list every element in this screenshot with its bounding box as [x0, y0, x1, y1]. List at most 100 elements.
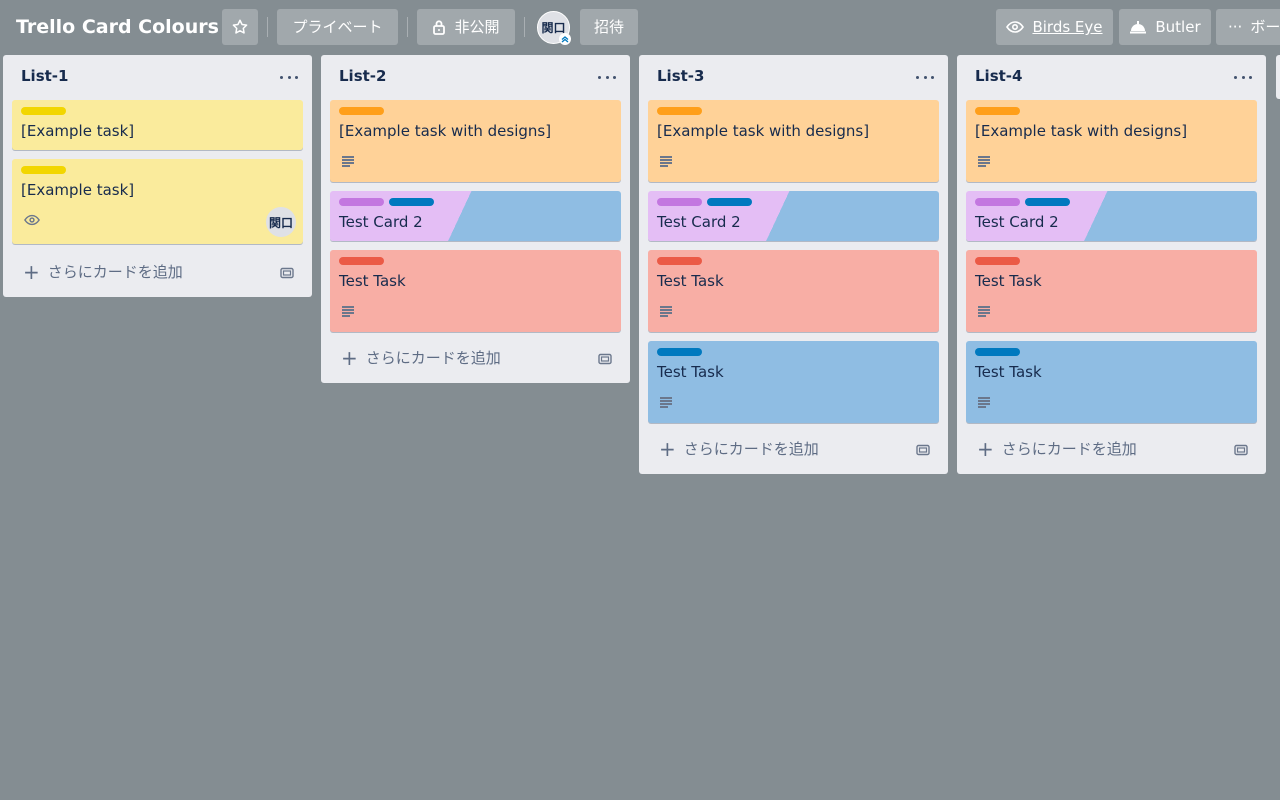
- card-title: Test Task: [975, 272, 1042, 290]
- butler-label: Butler: [1155, 18, 1201, 36]
- card[interactable]: Test Task: [966, 250, 1257, 332]
- card-labels: [657, 348, 702, 356]
- card-title: Test Task: [975, 363, 1042, 381]
- label-purple: [339, 198, 384, 206]
- list-header: List-3: [639, 55, 948, 99]
- list-menu-icon[interactable]: [1234, 67, 1252, 87]
- list-1: List-1 [Example task] [Example task] 関口 …: [3, 55, 312, 297]
- card[interactable]: Test Task: [966, 341, 1257, 423]
- description-icon: [660, 397, 674, 409]
- admin-badge-icon: [559, 33, 571, 45]
- eye-icon: [1006, 21, 1025, 33]
- board-menu-button[interactable]: ··· ボー: [1216, 9, 1280, 45]
- label-red: [657, 257, 702, 265]
- list-menu-icon[interactable]: [916, 67, 934, 87]
- card[interactable]: Test Task: [330, 250, 621, 332]
- plus-icon: +: [341, 345, 358, 370]
- butler-bell-icon: [1129, 20, 1147, 34]
- label-yellow: [21, 166, 66, 174]
- card[interactable]: Test Task: [648, 341, 939, 423]
- label-blue: [707, 198, 752, 206]
- card-title: Test Task: [657, 363, 724, 381]
- card-labels: [21, 107, 66, 115]
- privacy-button[interactable]: 非公開: [417, 9, 515, 45]
- description-icon: [660, 156, 674, 168]
- label-orange: [975, 107, 1020, 115]
- card-title: Test Task: [339, 272, 406, 290]
- card[interactable]: Test Task: [648, 250, 939, 332]
- card-labels: [975, 348, 1020, 356]
- card-template-icon[interactable]: [1234, 442, 1248, 456]
- visibility-label: プライベート: [292, 18, 383, 36]
- card-title: Test Card 2: [975, 213, 1059, 231]
- birds-eye-button[interactable]: Birds Eye: [996, 9, 1113, 45]
- card-template-icon[interactable]: [598, 351, 612, 365]
- label-blue: [975, 348, 1020, 356]
- visibility-button[interactable]: プライベート: [277, 9, 398, 45]
- description-icon: [342, 156, 356, 168]
- header-divider: [407, 17, 408, 37]
- add-card-button[interactable]: + さらにカードを追加: [341, 347, 501, 368]
- invite-label: 招待: [593, 18, 624, 36]
- card[interactable]: [Example task with designs]: [966, 100, 1257, 182]
- add-card-button[interactable]: + さらにカードを追加: [659, 438, 819, 459]
- description-icon: [978, 397, 992, 409]
- card-member-avatar[interactable]: 関口: [266, 207, 296, 237]
- list-menu-icon[interactable]: [598, 67, 616, 87]
- list-4: List-4 [Example task with designs] Test …: [957, 55, 1266, 474]
- card[interactable]: [Example task] 関口: [12, 159, 303, 244]
- card-title: [Example task]: [21, 181, 135, 199]
- star-icon: [231, 18, 249, 36]
- list-2: List-2 [Example task with designs] Test …: [321, 55, 630, 383]
- card-title: [Example task with designs]: [975, 122, 1188, 140]
- card[interactable]: [Example task]: [12, 100, 303, 150]
- card-title: Test Card 2: [657, 213, 741, 231]
- card-labels: [657, 198, 752, 206]
- header-divider: [524, 17, 525, 37]
- label-orange: [339, 107, 384, 115]
- label-red: [339, 257, 384, 265]
- list-title[interactable]: List-3: [657, 67, 704, 85]
- card-title: [Example task with designs]: [657, 122, 870, 140]
- board-menu-label: ボー: [1250, 18, 1280, 36]
- plus-icon: +: [659, 436, 676, 461]
- list-header: List-1: [3, 55, 312, 99]
- card-title: Test Task: [657, 272, 724, 290]
- privacy-label: 非公開: [454, 18, 500, 36]
- add-card-button[interactable]: + さらにカードを追加: [977, 438, 1137, 459]
- card-labels: [975, 107, 1020, 115]
- board-title[interactable]: Trello Card Colours: [16, 10, 219, 44]
- card[interactable]: Test Card 2: [966, 191, 1257, 241]
- star-button[interactable]: [222, 9, 258, 45]
- list-title[interactable]: List-1: [21, 67, 68, 85]
- list-title[interactable]: List-4: [975, 67, 1022, 85]
- card-template-icon[interactable]: [280, 265, 294, 279]
- card[interactable]: Test Card 2: [330, 191, 621, 241]
- invite-button[interactable]: 招待: [580, 9, 638, 45]
- list-title[interactable]: List-2: [339, 67, 386, 85]
- list-header: List-2: [321, 55, 630, 99]
- lock-icon: [432, 19, 446, 35]
- next-list-edge: [1276, 55, 1280, 99]
- description-icon: [978, 306, 992, 318]
- add-card-label: さらにカードを追加: [683, 440, 819, 458]
- add-card-label: さらにカードを追加: [365, 349, 501, 367]
- card-labels: [339, 198, 434, 206]
- card-labels: [657, 107, 702, 115]
- card-labels: [975, 198, 1070, 206]
- card[interactable]: [Example task with designs]: [648, 100, 939, 182]
- member-avatar[interactable]: 関口: [537, 11, 571, 45]
- card[interactable]: Test Card 2: [648, 191, 939, 241]
- list-menu-icon[interactable]: [280, 67, 298, 87]
- card[interactable]: [Example task with designs]: [330, 100, 621, 182]
- list-header: List-4: [957, 55, 1266, 99]
- butler-button[interactable]: Butler: [1119, 9, 1211, 45]
- description-icon: [660, 306, 674, 318]
- card-template-icon[interactable]: [916, 442, 930, 456]
- add-card-label: さらにカードを追加: [1001, 440, 1137, 458]
- label-purple: [657, 198, 702, 206]
- ellipsis-icon: ···: [1228, 18, 1243, 36]
- card-labels: [657, 257, 702, 265]
- add-card-button[interactable]: + さらにカードを追加: [23, 261, 183, 282]
- label-red: [975, 257, 1020, 265]
